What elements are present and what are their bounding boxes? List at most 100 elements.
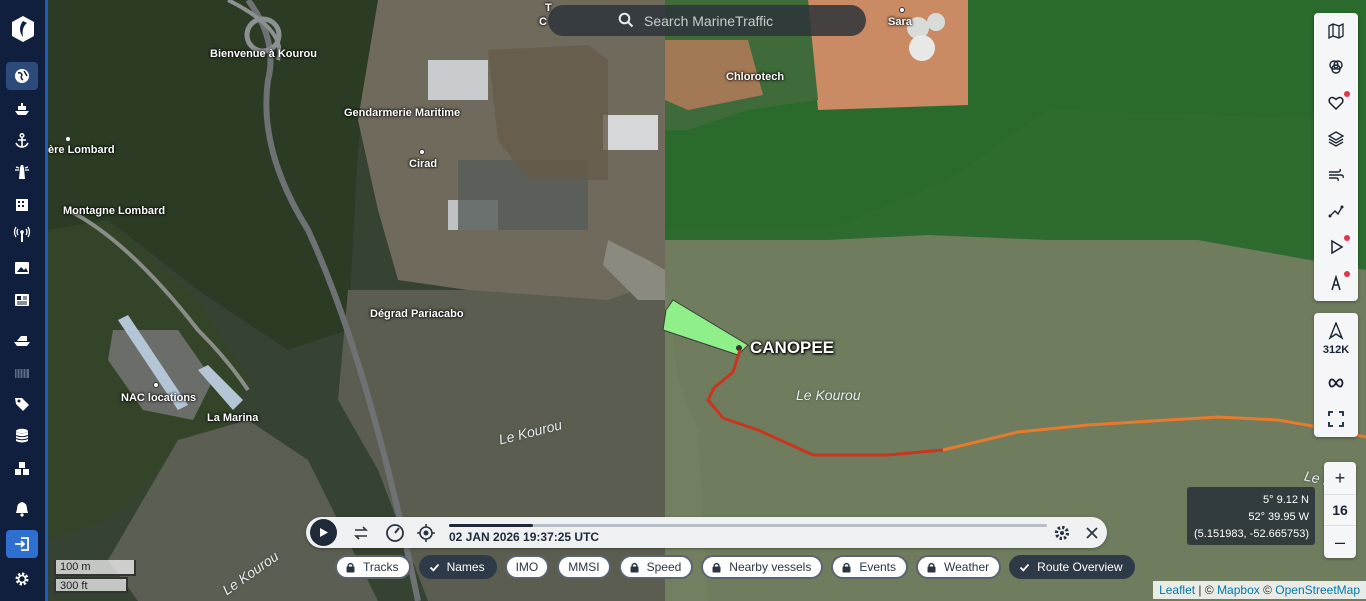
nav-data[interactable]	[6, 422, 38, 450]
search-icon	[618, 12, 634, 28]
filter-chip-label: Events	[859, 560, 897, 574]
stack-icon	[1327, 131, 1345, 147]
weather-button[interactable]	[1314, 157, 1358, 193]
scale-metric: 100 m	[54, 560, 136, 576]
anchor-icon	[15, 132, 29, 148]
openstreetmap-link[interactable]: OpenStreetMap	[1275, 583, 1360, 597]
fullscreen-button[interactable]	[1314, 401, 1358, 437]
nav-lights[interactable]	[6, 158, 38, 186]
mapbox-link[interactable]: Mapbox	[1217, 583, 1260, 597]
playback-settings-button[interactable]	[1051, 517, 1073, 548]
attribution-sep-1: | ©	[1195, 583, 1218, 597]
infinity-button[interactable]	[1314, 365, 1358, 401]
navigation-arrow-icon	[1328, 322, 1344, 340]
map-canvas[interactable]: Bienvenue à Kourou Gendarmerie Maritime …	[48, 0, 1366, 601]
label-cirad: Cirad	[409, 158, 438, 170]
notification-dot	[1344, 271, 1350, 277]
zoom-level: 16	[1324, 494, 1356, 526]
zoom-in-button[interactable]: +	[1324, 462, 1356, 494]
lock-icon	[927, 562, 936, 572]
label-lamarina: La Marina	[207, 412, 259, 424]
nav-notifications[interactable]	[6, 495, 38, 523]
playback-timeline[interactable]	[449, 524, 1047, 527]
close-playback-button[interactable]	[1081, 517, 1103, 548]
filter-chip-events[interactable]: Events	[831, 555, 909, 579]
map-tools-panel	[1314, 13, 1358, 301]
nav-stations[interactable]	[6, 221, 38, 249]
filter-chip-label: Nearby vessels	[729, 560, 812, 574]
filter-chip-tracks[interactable]: Tracks	[335, 555, 411, 579]
route-planner-button[interactable]	[1314, 265, 1358, 301]
bell-icon	[16, 502, 28, 517]
leaflet-link[interactable]: Leaflet	[1159, 583, 1195, 597]
poi-lombard	[65, 136, 71, 142]
vessel-name-label[interactable]: CANOPEE	[750, 338, 834, 358]
filter-chip-label: Weather	[944, 560, 990, 574]
gear-icon	[1054, 525, 1070, 540]
nav-cargo[interactable]	[6, 455, 38, 483]
layers-button[interactable]	[1314, 121, 1358, 157]
nav-login[interactable]	[6, 530, 38, 558]
center-vessel-button[interactable]	[415, 517, 437, 548]
label-bienvenue: Bienvenue à Kourou	[210, 48, 317, 60]
filters-button[interactable]	[1314, 49, 1358, 85]
label-lombard: ère Lombard	[48, 144, 115, 156]
nav-companies[interactable]	[6, 190, 38, 218]
nav-settings[interactable]	[6, 565, 38, 593]
heart-icon	[1328, 96, 1344, 111]
filter-chip-names[interactable]: Names	[418, 555, 497, 579]
satellite-imagery	[48, 0, 1366, 601]
filter-chip-speed[interactable]: Speed	[618, 555, 694, 579]
map-scale: 100 m 300 ft	[54, 560, 136, 593]
poi-nac	[153, 382, 159, 388]
nav-vessels[interactable]	[6, 95, 38, 123]
nav-fleets[interactable]	[6, 326, 38, 354]
check-icon	[429, 563, 439, 572]
nav-ports[interactable]	[6, 127, 38, 155]
swap-direction-button[interactable]	[350, 517, 372, 548]
wind-icon	[1329, 168, 1344, 182]
marinetraffic-logo-icon[interactable]	[8, 14, 38, 44]
news-icon	[15, 294, 29, 306]
lock-icon	[712, 562, 721, 572]
speedometer-icon	[386, 523, 404, 542]
nav-live-map[interactable]	[6, 62, 38, 90]
play-button[interactable]	[308, 517, 338, 548]
infinity-icon	[1328, 378, 1344, 388]
favorites-button[interactable]	[1314, 85, 1358, 121]
speed-button[interactable]	[384, 517, 406, 548]
target-icon	[417, 523, 435, 542]
label-chlorotech: Chlorotech	[726, 71, 785, 83]
tag-icon	[15, 398, 29, 411]
play-icon	[319, 528, 328, 537]
fleet-icon	[14, 336, 30, 346]
filter-chip-weather[interactable]: Weather	[916, 555, 1002, 579]
container-icon	[15, 369, 29, 378]
measure-button[interactable]	[1314, 193, 1358, 229]
zoom-out-button[interactable]: –	[1324, 526, 1356, 558]
latitude: 5° 9.12 N	[1263, 494, 1309, 506]
play-icon	[1331, 239, 1344, 255]
scale-imperial: 300 ft	[54, 577, 128, 593]
filter-chip-mmsi[interactable]: MMSI	[557, 555, 611, 579]
ship-icon	[15, 103, 29, 115]
nav-news[interactable]	[6, 286, 38, 314]
filter-chip-label: Route Overview	[1037, 560, 1123, 574]
filter-chip-nearby-vessels[interactable]: Nearby vessels	[701, 555, 824, 579]
filter-chip-route-overview[interactable]: Route Overview	[1009, 555, 1135, 579]
nav-photos[interactable]	[6, 254, 38, 282]
playback-datetime: 02 JAN 2026 19:37:25 UTC	[449, 530, 600, 544]
vessels-count-button[interactable]: 312K	[1314, 313, 1358, 365]
left-navigation	[0, 0, 48, 601]
search-bar[interactable]	[548, 5, 866, 36]
check-icon	[1020, 563, 1030, 572]
playback-button[interactable]	[1314, 229, 1358, 265]
map-type-button[interactable]	[1314, 13, 1358, 49]
map-icon	[1328, 22, 1344, 40]
search-input[interactable]	[644, 12, 844, 29]
playback-bar: 02 JAN 2026 19:37:25 UTC	[306, 517, 1107, 548]
nav-tags[interactable]	[6, 390, 38, 418]
filter-chip-imo[interactable]: IMO	[504, 555, 550, 579]
settings-icon	[15, 572, 29, 586]
nav-containers[interactable]	[6, 359, 38, 387]
